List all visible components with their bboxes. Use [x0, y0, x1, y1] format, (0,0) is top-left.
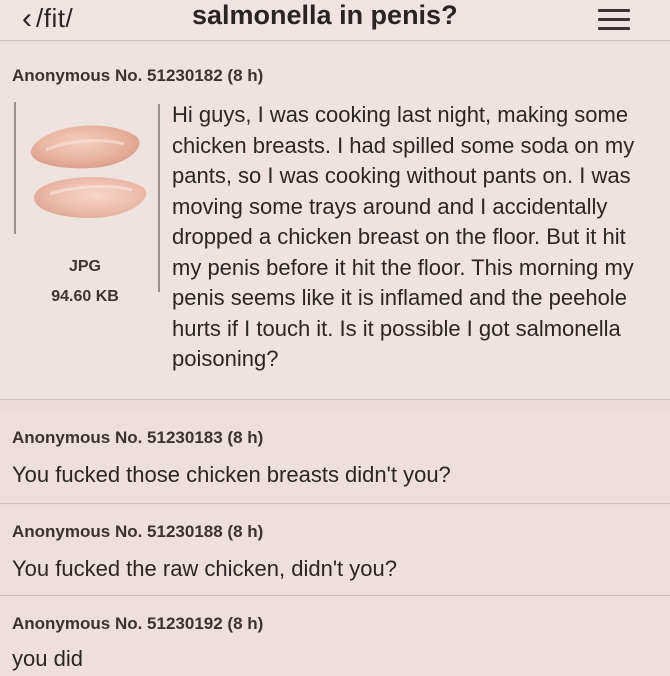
- raw-chicken-breasts-image: [30, 125, 147, 218]
- post-header: Anonymous No. 51230183 (8 h): [12, 428, 264, 447]
- reply-post: Anonymous No. 51230192 (8 h) you did: [0, 598, 670, 676]
- post-header: Anonymous No. 51230188 (8 h): [12, 522, 264, 541]
- board-name: /fit/: [36, 3, 74, 33]
- post-body: You fucked the raw chicken, didn't you?: [12, 556, 397, 581]
- chevron-left-icon: ‹: [22, 1, 32, 35]
- post-body: Hi guys, I was cooking last night, makin…: [158, 100, 660, 375]
- file-size: 94.60 KB: [51, 288, 119, 305]
- top-bar: ‹ /fit/ salmonella in penis?: [0, 0, 670, 41]
- file-type: JPG: [68, 258, 101, 275]
- post-header: Anonymous No. 51230182 (8 h): [12, 66, 264, 85]
- post-image-thumbnail[interactable]: [14, 102, 161, 234]
- back-button[interactable]: ‹ /fit/: [22, 3, 73, 34]
- post-header: Anonymous No. 51230192 (8 h): [12, 614, 264, 633]
- hamburger-menu-icon[interactable]: [598, 9, 630, 31]
- reply-post: Anonymous No. 51230183 (8 h) You fucked …: [0, 412, 670, 504]
- op-post: Anonymous No. 51230182 (8 h) JPG 94.60 K…: [0, 44, 670, 400]
- reply-post: Anonymous No. 51230188 (8 h) You fucked …: [0, 506, 670, 596]
- post-body: You fucked those chicken breasts didn't …: [12, 462, 451, 487]
- post-body: you did: [12, 646, 83, 671]
- thread-title: salmonella in penis?: [192, 0, 458, 30]
